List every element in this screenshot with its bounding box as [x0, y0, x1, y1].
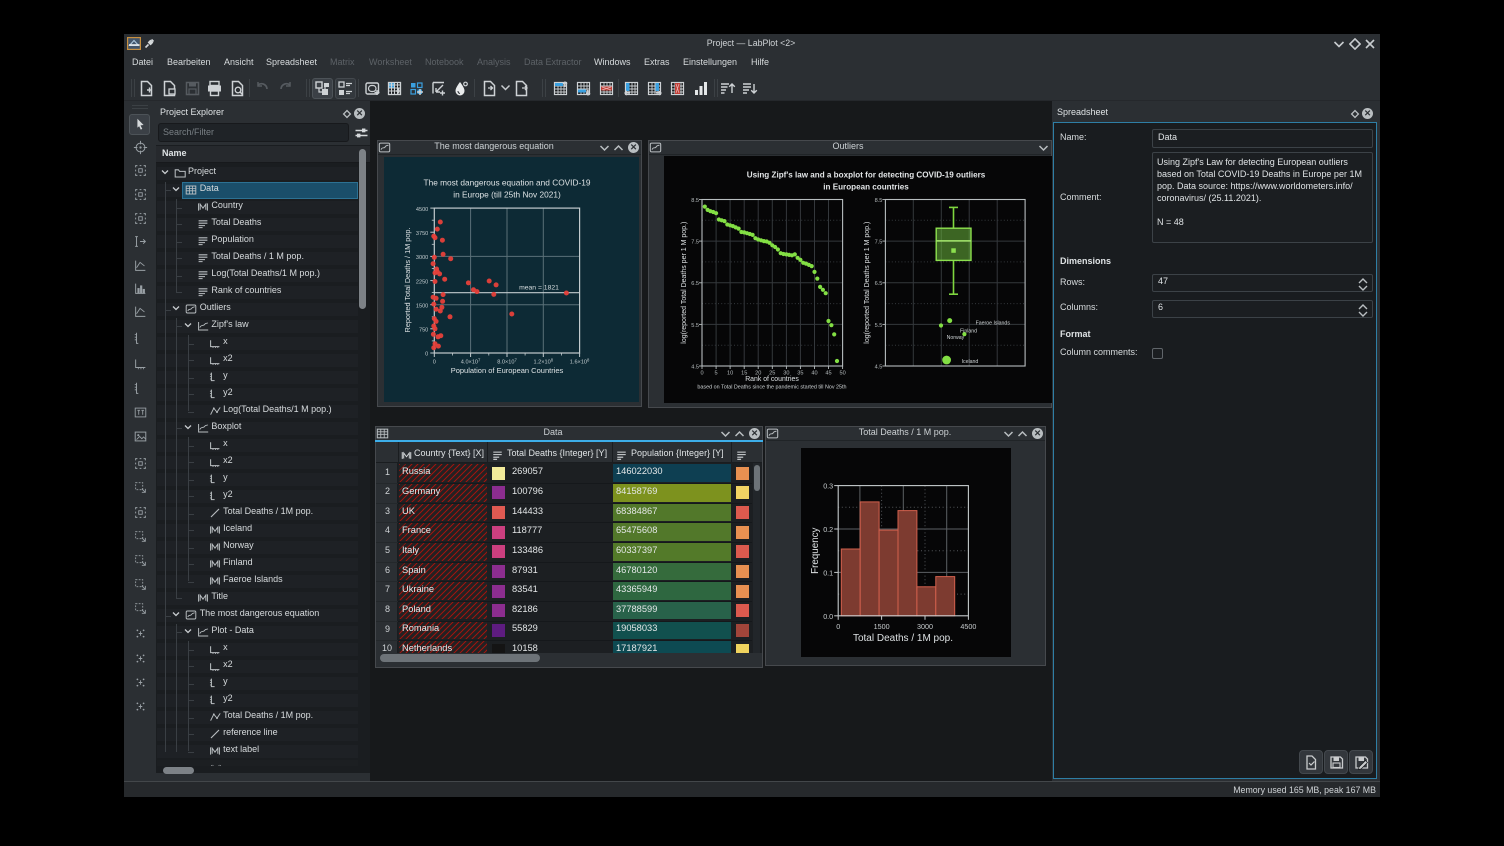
svg-text:Finland: Finland: [960, 329, 977, 335]
svg-text:4.0×107: 4.0×107: [461, 358, 481, 366]
svg-text:0.0: 0.0: [823, 612, 833, 621]
svg-text:based on Total Deaths since th: based on Total Deaths since the pandemic…: [697, 385, 846, 391]
svg-text:0: 0: [425, 352, 428, 358]
svg-text:0: 0: [836, 622, 840, 631]
svg-text:log(reported Total Deaths per: log(reported Total Deaths per 1 M pop.): [681, 222, 688, 344]
svg-text:0.3: 0.3: [823, 482, 833, 491]
svg-text:8.5: 8.5: [691, 198, 699, 204]
svg-text:Population of European Countri: Population of European Countries: [451, 366, 564, 375]
svg-text:The most dangerous equation an: The most dangerous equation and COVID-19: [424, 178, 591, 188]
svg-text:Rank of countries: Rank of countries: [745, 376, 799, 383]
svg-text:50: 50: [839, 371, 845, 377]
svg-text:mean = 1821: mean = 1821: [519, 285, 559, 292]
svg-text:7.5: 7.5: [875, 240, 883, 246]
svg-text:45: 45: [825, 371, 831, 377]
svg-text:Iceland: Iceland: [962, 359, 979, 365]
svg-text:8.0×107: 8.0×107: [497, 358, 517, 366]
svg-text:3750: 3750: [416, 231, 428, 237]
svg-text:Norway: Norway: [947, 335, 965, 341]
svg-text:10: 10: [727, 371, 733, 377]
svg-text:Faeroe Islands: Faeroe Islands: [976, 321, 1011, 327]
svg-text:4500: 4500: [416, 207, 428, 213]
svg-text:Reported Total Deaths / 1M pop: Reported Total Deaths / 1M pop.: [403, 228, 412, 333]
svg-text:8.5: 8.5: [875, 198, 883, 204]
svg-text:Using Zipf's law and a boxplot: Using Zipf's law and a boxplot for detec…: [747, 171, 986, 180]
svg-text:Total Deaths / 1M pop.: Total Deaths / 1M pop.: [853, 633, 953, 644]
svg-text:0: 0: [700, 371, 703, 377]
svg-text:4.5: 4.5: [875, 365, 883, 371]
svg-text:0.2: 0.2: [823, 525, 833, 534]
svg-text:5.5: 5.5: [691, 323, 699, 329]
svg-text:40: 40: [811, 371, 817, 377]
svg-text:4.5: 4.5: [691, 365, 699, 371]
svg-text:0: 0: [433, 360, 436, 366]
svg-text:2250: 2250: [416, 279, 428, 285]
svg-text:3000: 3000: [917, 622, 933, 631]
svg-text:3000: 3000: [416, 255, 428, 261]
svg-text:7.5: 7.5: [691, 240, 699, 246]
svg-text:6.5: 6.5: [691, 281, 699, 287]
svg-text:1500: 1500: [874, 622, 890, 631]
svg-text:1.6×108: 1.6×108: [570, 358, 590, 366]
svg-text:1.2×108: 1.2×108: [533, 358, 553, 366]
svg-text:Frequency: Frequency: [810, 527, 821, 573]
svg-text:0.1: 0.1: [823, 568, 833, 577]
svg-text:6.5: 6.5: [875, 281, 883, 287]
svg-text:1500: 1500: [416, 303, 428, 309]
svg-text:in Europe (till 25th Nov 2021): in Europe (till 25th Nov 2021): [453, 190, 561, 200]
svg-text:5.5: 5.5: [875, 323, 883, 329]
svg-text:in European countries: in European countries: [823, 183, 909, 192]
svg-text:log(reported Total Deaths per: log(reported Total Deaths per 1 M pop.): [864, 222, 871, 344]
svg-text:750: 750: [419, 328, 428, 334]
svg-text:5: 5: [715, 371, 718, 377]
svg-text:4500: 4500: [960, 622, 976, 631]
